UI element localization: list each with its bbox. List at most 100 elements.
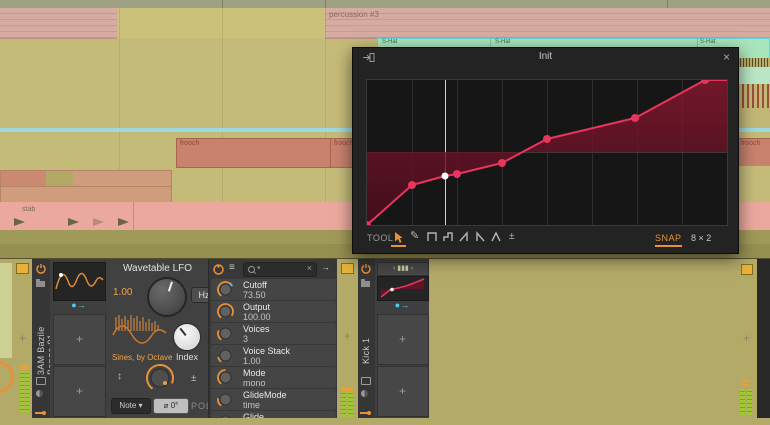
search-icon bbox=[248, 266, 255, 273]
phase-knob[interactable] bbox=[145, 363, 175, 393]
param-row[interactable]: Cutoff 73.50 bbox=[211, 279, 336, 300]
add-device-slot[interactable]: + bbox=[377, 314, 429, 365]
track-color-chip[interactable] bbox=[741, 264, 753, 275]
param-row[interactable]: Output 100.00 bbox=[211, 301, 336, 322]
pencil-tool-icon[interactable]: ✎ bbox=[410, 229, 419, 242]
display-icon[interactable] bbox=[361, 377, 371, 385]
timeline-division bbox=[325, 0, 326, 8]
index-knob[interactable] bbox=[173, 323, 201, 351]
wavetable-graphic[interactable] bbox=[112, 313, 168, 351]
device-chain: ‹ ▮▮▮ › ●→ + + bbox=[375, 259, 429, 419]
track-header-bongo[interactable]: 3AM Bazile Bongo 01 bbox=[32, 259, 51, 419]
display-icon[interactable] bbox=[36, 377, 46, 385]
pan-knob-partial[interactable] bbox=[0, 361, 14, 393]
snap-toggle[interactable]: SNAP bbox=[655, 233, 682, 247]
clip-divider bbox=[133, 202, 134, 230]
selection-strip bbox=[0, 128, 352, 132]
curve-editor-window[interactable]: Init × bbox=[352, 47, 739, 254]
curve-thumbnail[interactable] bbox=[377, 276, 429, 301]
menu-icon[interactable]: ≡ bbox=[229, 262, 235, 273]
add-track-button[interactable]: + bbox=[19, 333, 26, 343]
param-knob[interactable] bbox=[217, 303, 234, 320]
arranger-timeline-bar[interactable] bbox=[0, 0, 770, 8]
bipolar-icon[interactable]: ± bbox=[191, 373, 197, 384]
meter-peak bbox=[741, 384, 749, 386]
range-arrows-icon[interactable]: ↕ bbox=[117, 371, 122, 382]
expand-arrow-icon[interactable]: → bbox=[321, 262, 330, 272]
level-meter bbox=[20, 371, 24, 413]
triangle-shape-icon[interactable] bbox=[491, 231, 502, 243]
track-color-chip[interactable] bbox=[16, 263, 29, 274]
pointer-tool-icon[interactable] bbox=[393, 231, 404, 244]
param-row[interactable]: Mode mono bbox=[211, 367, 336, 388]
clip-green-edge[interactable] bbox=[737, 67, 770, 84]
param-knob[interactable] bbox=[217, 369, 234, 386]
param-row[interactable]: Voice Stack 1.00 bbox=[211, 345, 336, 366]
output-cable-icon[interactable] bbox=[360, 412, 368, 414]
level-meter bbox=[25, 371, 29, 413]
snap-grid-size[interactable]: 8 × 2 bbox=[691, 233, 711, 243]
add-device-slot[interactable]: + bbox=[377, 366, 429, 417]
param-knob[interactable] bbox=[217, 391, 234, 408]
param-knob[interactable] bbox=[217, 325, 234, 342]
plus-minus-icon[interactable]: ± bbox=[509, 231, 515, 242]
lfo-thumbnail[interactable] bbox=[53, 262, 106, 301]
wavetable-name[interactable]: Sines, by Octave bbox=[112, 353, 172, 362]
search-dropdown-caret[interactable]: ▾ bbox=[257, 264, 261, 272]
rate-knob[interactable] bbox=[147, 277, 187, 317]
pulse-shape-icon[interactable] bbox=[427, 231, 438, 243]
param-row[interactable]: Voices 3 bbox=[211, 323, 336, 344]
saw-down-icon[interactable] bbox=[475, 231, 486, 243]
param-name: Voice Stack bbox=[243, 346, 290, 356]
clip-label: stab bbox=[22, 206, 35, 213]
add-device-slot[interactable]: + bbox=[53, 366, 106, 417]
saw-up-icon[interactable] bbox=[459, 231, 470, 243]
power-icon[interactable] bbox=[361, 264, 371, 274]
clip-stab-row[interactable]: stab bbox=[0, 202, 352, 230]
clip-percussion[interactable]: percussion #3 bbox=[325, 8, 770, 39]
bitwig-window: percussion #3 S-Hat S-Hat S-Hat frooch f… bbox=[0, 0, 770, 425]
bottom-edge bbox=[0, 418, 770, 425]
param-row[interactable]: GlideMode time bbox=[211, 389, 336, 410]
rate-value[interactable]: 1.00 bbox=[113, 287, 132, 298]
clip-frooch[interactable]: frooch bbox=[176, 138, 332, 168]
track-name[interactable]: Kick 1 bbox=[361, 314, 371, 364]
modulation-arrow-icon[interactable]: ●→ bbox=[377, 300, 427, 311]
device-title: Wavetable LFO bbox=[107, 263, 208, 274]
folder-icon[interactable] bbox=[36, 281, 45, 287]
phase-offset-button[interactable]: ⌀ 0° bbox=[153, 398, 189, 414]
add-track-button[interactable]: + bbox=[344, 331, 351, 341]
cycle-icon[interactable] bbox=[36, 390, 43, 397]
clip-frooch[interactable]: frooch bbox=[737, 138, 770, 168]
clip-frooch[interactable]: frooch bbox=[330, 138, 354, 168]
cycle-icon[interactable] bbox=[361, 390, 368, 397]
close-icon[interactable]: × bbox=[723, 50, 730, 64]
note-mode-button[interactable]: Note ▾ bbox=[111, 398, 151, 414]
add-track-button[interactable]: + bbox=[743, 333, 750, 343]
track-color-chip[interactable] bbox=[341, 263, 354, 274]
dock-window-icon[interactable] bbox=[363, 53, 375, 62]
modulation-arrow-icon[interactable]: ●→ bbox=[53, 300, 104, 311]
curve-graph[interactable] bbox=[366, 79, 728, 226]
index-label: Index bbox=[176, 352, 198, 362]
output-cable-icon[interactable] bbox=[35, 412, 43, 414]
param-value: 1.00 bbox=[243, 356, 261, 366]
clip-pink-row[interactable] bbox=[737, 202, 770, 230]
panel-edge bbox=[757, 259, 770, 419]
track-gap-strip: + bbox=[337, 259, 358, 419]
clip-pink-left[interactable] bbox=[0, 8, 117, 39]
clear-search-icon[interactable]: × bbox=[307, 263, 312, 273]
search-input[interactable]: ▾ × bbox=[243, 262, 317, 277]
power-icon[interactable] bbox=[36, 264, 46, 274]
param-knob[interactable] bbox=[217, 347, 234, 364]
clip-label: frooch bbox=[331, 139, 353, 147]
step-shape-icon[interactable] bbox=[443, 231, 454, 243]
knob-page-icon[interactable] bbox=[213, 264, 224, 275]
track-header-kick[interactable]: Kick 1 bbox=[358, 259, 376, 419]
folder-icon[interactable] bbox=[361, 281, 370, 287]
device-selector[interactable]: ‹ ▮▮▮ › bbox=[377, 262, 429, 276]
window-title: Init bbox=[353, 48, 738, 66]
param-knob[interactable] bbox=[217, 281, 234, 298]
add-device-slot[interactable]: + bbox=[53, 314, 106, 365]
clip-tan[interactable] bbox=[0, 170, 172, 204]
